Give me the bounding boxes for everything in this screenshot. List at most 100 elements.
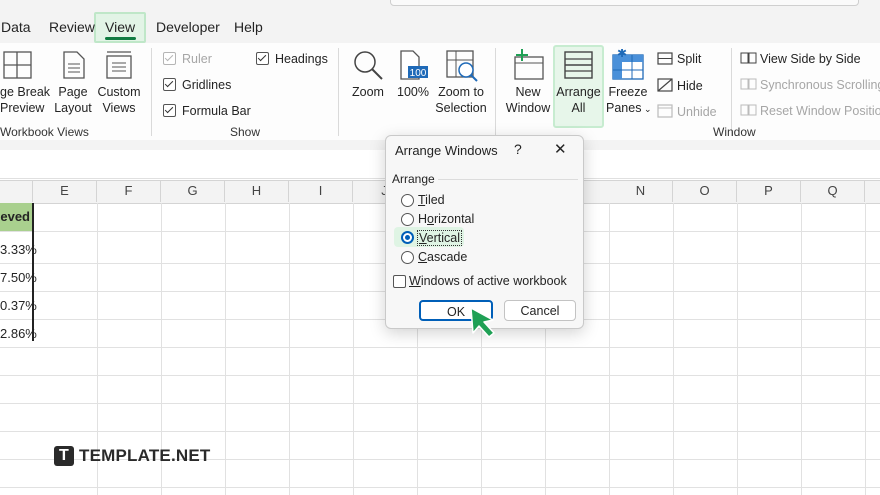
radio-tiled-icon: [401, 194, 414, 207]
column-header-n[interactable]: N: [609, 180, 673, 202]
group-label-show: Show: [230, 125, 261, 139]
hide-label: Hide: [677, 79, 703, 93]
magnifier-icon: [354, 51, 383, 80]
column-header-p[interactable]: P: [737, 180, 801, 202]
tab-view-underline: [105, 37, 136, 40]
unhide-label: Unhide: [677, 105, 717, 119]
cancel-button[interactable]: Cancel: [504, 300, 576, 321]
synchronous-scrolling-button[interactable]: Synchronous Scrolling: [740, 78, 880, 92]
active-workbook-label: Windows of active workbook: [409, 274, 567, 288]
radio-cascade-label: Cascade: [418, 250, 468, 264]
radio-vertical[interactable]: Vertical: [401, 230, 501, 247]
gridlines-checkbox[interactable]: Gridlines: [163, 78, 231, 92]
page-layout-label-1: Page: [58, 85, 88, 99]
svg-text:✱: ✱: [617, 49, 627, 60]
gridlines-label: Gridlines: [182, 78, 232, 92]
reset-window-position-button[interactable]: Reset Window Position: [740, 104, 880, 118]
radio-horizontal[interactable]: Horizontal: [401, 212, 501, 228]
freeze-panes-label-1: Freeze: [608, 85, 648, 99]
page-break-preview-icon: [3, 51, 32, 79]
close-icon[interactable]: ✕: [554, 140, 567, 158]
radio-horizontal-label: Horizontal: [418, 212, 475, 226]
headings-checkbox[interactable]: Headings: [256, 52, 328, 66]
freeze-panes-button[interactable]: ✱ Freeze Panes ⌄: [606, 48, 652, 126]
new-window-button[interactable]: New Window: [505, 48, 551, 126]
table-cell[interactable]: 7.50%: [0, 270, 37, 285]
ribbon-separator: [731, 48, 732, 136]
radio-cascade-icon: [401, 251, 414, 264]
page-layout-icon: [63, 51, 85, 79]
radio-cascade[interactable]: Cascade: [401, 250, 501, 266]
tab-view[interactable]: View: [105, 19, 135, 35]
column-header-q[interactable]: Q: [801, 180, 865, 202]
ruler-checkbox[interactable]: Ruler: [163, 52, 212, 66]
column-header-o[interactable]: O: [673, 180, 737, 202]
reset-position-icon: [740, 104, 757, 116]
hide-icon: [657, 78, 673, 92]
formula-bar-label: Formula Bar: [182, 104, 251, 118]
template-logo-icon: T: [54, 446, 74, 466]
tab-data[interactable]: Data: [1, 19, 31, 35]
headings-check-icon: [256, 52, 269, 65]
tab-review[interactable]: Review: [49, 19, 95, 35]
tab-help[interactable]: Help: [234, 19, 263, 35]
zoom-selection-icon: [446, 50, 478, 82]
group-label-workbook-views: Workbook Views: [0, 125, 89, 139]
tab-developer[interactable]: Developer: [156, 19, 220, 35]
unhide-button[interactable]: Unhide: [657, 104, 717, 119]
reset-position-label: Reset Window Position: [760, 104, 880, 118]
zoom-selection-label-2: Selection: [435, 101, 487, 115]
arrange-all-button[interactable]: Arrange All: [553, 48, 604, 126]
split-label: Split: [677, 52, 702, 66]
split-button[interactable]: Split: [657, 52, 701, 66]
column-header-f[interactable]: F: [97, 180, 161, 202]
hide-button[interactable]: Hide: [657, 78, 703, 93]
unhide-icon: [657, 104, 673, 118]
page-layout-button[interactable]: Page Layout: [51, 48, 95, 126]
windows-of-active-workbook-checkbox[interactable]: Windows of active workbook: [393, 274, 578, 290]
headings-label: Headings: [275, 52, 328, 66]
cursor-arrow-icon: [470, 307, 495, 338]
search-box[interactable]: [390, 0, 859, 6]
zoom-selection-label-1: Zoom to: [438, 85, 484, 99]
custom-views-button[interactable]: Custom Views: [96, 48, 142, 126]
freeze-panes-icon: ✱: [612, 49, 644, 80]
table-cell[interactable]: 0.37%: [0, 298, 37, 313]
column-header-d[interactable]: [0, 180, 33, 202]
template-watermark: TEMPLATE.NET: [79, 446, 211, 465]
custom-views-label-2: Views: [102, 101, 136, 115]
radio-tiled[interactable]: Tiled: [401, 193, 501, 209]
view-side-label: View Side by Side: [760, 52, 861, 66]
formula-bar-check-icon: [163, 104, 176, 117]
formula-bar-checkbox[interactable]: Formula Bar: [163, 104, 251, 118]
radio-horizontal-icon: [401, 213, 414, 226]
ribbon-separator: [338, 48, 339, 136]
header-cell[interactable]: eved: [0, 203, 33, 231]
radio-vertical-icon: [401, 231, 414, 244]
column-header-e[interactable]: E: [33, 180, 97, 202]
arrange-all-label-2: All: [571, 101, 586, 115]
table-border: [32, 203, 34, 341]
zoom-100-button[interactable]: 100 100%: [393, 48, 433, 126]
help-icon[interactable]: ?: [514, 141, 522, 157]
column-header-h[interactable]: H: [225, 180, 289, 202]
sync-scroll-icon: [740, 78, 757, 90]
zoom-to-selection-button[interactable]: Zoom to Selection: [435, 48, 487, 126]
dialog-title: Arrange Windows: [395, 143, 498, 158]
table-cell[interactable]: 3.33%: [0, 242, 37, 257]
freeze-panes-label-2: Panes: [606, 101, 642, 115]
template-logo-letter: T: [59, 447, 69, 464]
sync-scroll-label: Synchronous Scrolling: [760, 78, 880, 92]
split-icon: [657, 52, 673, 65]
view-side-by-side-icon: [740, 52, 757, 64]
column-header-i[interactable]: I: [289, 180, 353, 202]
page-break-label-1: ge Break: [0, 85, 51, 99]
column-header-g[interactable]: G: [161, 180, 225, 202]
arrange-all-icon: [564, 51, 593, 79]
page-break-preview-button[interactable]: ge Break Preview: [0, 48, 50, 126]
zoom-100-label: 100%: [397, 85, 429, 99]
table-cell[interactable]: 2.86%: [0, 326, 37, 341]
view-side-by-side-button[interactable]: View Side by Side: [740, 52, 861, 66]
zoom-button[interactable]: Zoom: [347, 48, 389, 126]
zoom-100-icon-text: 100: [410, 68, 427, 79]
